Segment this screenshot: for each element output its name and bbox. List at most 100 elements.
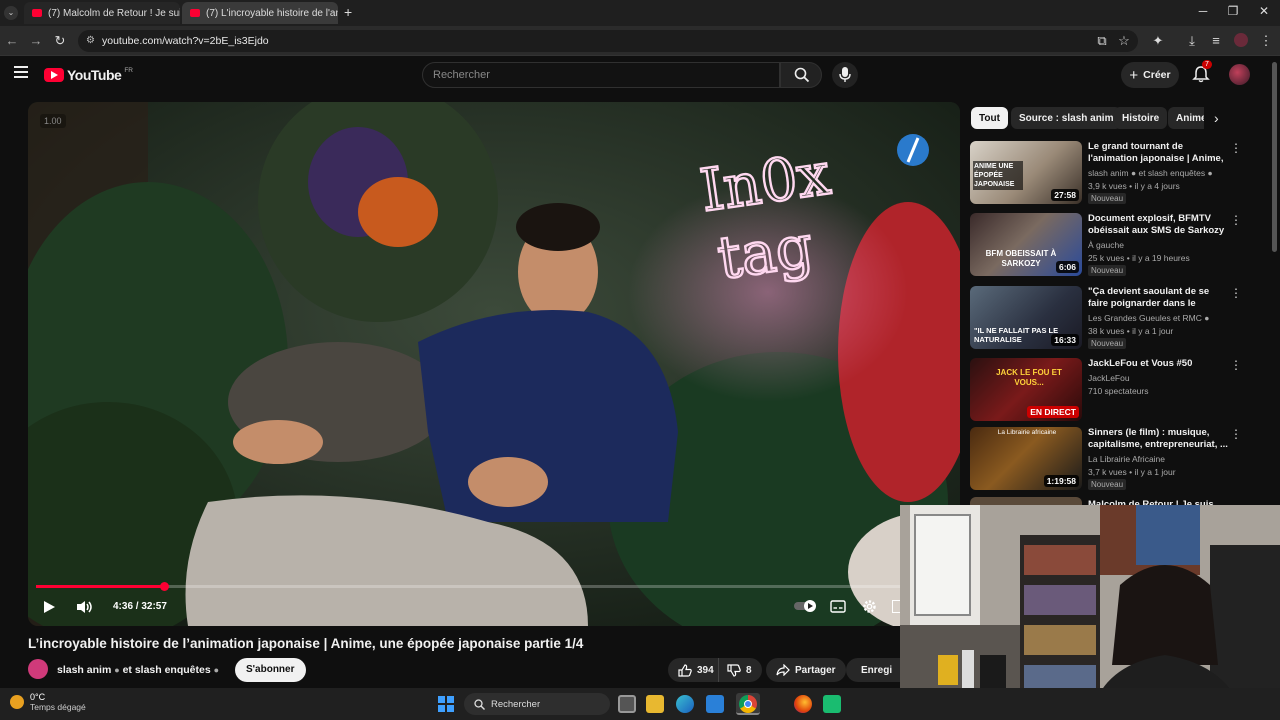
autoplay-icon xyxy=(794,600,816,612)
channel-name[interactable]: slash anim ● et slash enquêtes ● xyxy=(57,664,219,676)
recommendation-channel[interactable]: À gauche xyxy=(1088,240,1124,250)
hamburger-menu-icon[interactable] xyxy=(14,66,28,78)
microsoft-store-icon[interactable] xyxy=(706,695,724,713)
more-options-icon[interactable]: ⋮ xyxy=(1230,358,1242,372)
volume-button[interactable] xyxy=(76,600,94,619)
save-button[interactable]: Enregi xyxy=(846,658,902,682)
settings-button[interactable] xyxy=(862,599,877,619)
more-options-icon[interactable]: ⋮ xyxy=(1230,286,1242,300)
recommendation-item[interactable]: JACK LE FOU ET VOUS... EN DIRECT JackLeF… xyxy=(970,358,1250,422)
player-controls: 4:36 / 32:57 xyxy=(28,580,960,626)
chip-anime[interactable]: Anime xyxy=(1168,107,1204,129)
browser-toolbar: ← → ↻ ⚙ youtube.com/watch?v=2bE_is3Ejdo … xyxy=(0,26,1280,56)
recommendation-title[interactable]: Le grand tournant de l'animation japonai… xyxy=(1088,141,1228,165)
app-icon[interactable] xyxy=(823,695,841,713)
close-window-icon[interactable]: ✕ xyxy=(1254,4,1274,18)
recommendation-item[interactable]: ANIME UNE ÉPOPÉE JAPONAISE 27:58 Le gran… xyxy=(970,141,1250,205)
recommendation-channel[interactable]: slash anim ● et slash enquêtes ● xyxy=(1088,168,1213,178)
reload-icon[interactable]: ↻ xyxy=(52,33,68,49)
weather-description: Temps dégagé xyxy=(30,702,86,712)
recommendation-channel[interactable]: La Librairie Africaine xyxy=(1088,454,1165,464)
voice-search-button[interactable] xyxy=(832,62,858,88)
video-thumbnail[interactable]: "IL NE FALLAIT PAS LE NATURALISE 16:33 xyxy=(970,286,1082,349)
downloads-icon[interactable]: ⤓ xyxy=(1184,33,1200,49)
recommendation-item[interactable]: "IL NE FALLAIT PAS LE NATURALISE 16:33 "… xyxy=(970,286,1250,350)
share-button[interactable]: Partager xyxy=(766,658,846,682)
channel-watermark-icon[interactable] xyxy=(898,132,928,162)
dislike-button[interactable]: 8 xyxy=(718,658,762,682)
recommendation-channel[interactable]: Les Grandes Gueules et RMC ● xyxy=(1088,313,1209,323)
install-app-icon[interactable]: ⧉ xyxy=(1094,33,1110,49)
tab-active-video[interactable]: (7) L'incroyable histoire de l'ani ✕ xyxy=(182,2,338,24)
extensions-icon[interactable]: ✦ xyxy=(1150,33,1166,49)
thumbs-down-icon xyxy=(727,663,741,677)
new-tab-button[interactable]: + xyxy=(344,4,352,20)
recommendation-title[interactable]: Sinners (le film) : musique, capitalisme… xyxy=(1088,427,1228,451)
notifications-button[interactable]: 7 xyxy=(1192,60,1212,85)
minimize-icon[interactable]: ─ xyxy=(1193,4,1213,18)
more-options-icon[interactable]: ⋮ xyxy=(1230,427,1242,441)
subtitles-button[interactable] xyxy=(830,600,846,618)
restore-icon[interactable]: ❐ xyxy=(1223,4,1243,18)
new-badge: Nouveau xyxy=(1088,479,1127,490)
tab-malcolm[interactable]: (7) Malcolm de Retour ! Je suis ✕ xyxy=(24,2,180,24)
site-info-icon[interactable]: ⚙ xyxy=(86,35,95,46)
more-options-icon[interactable]: ⋮ xyxy=(1230,213,1242,227)
start-button[interactable] xyxy=(438,696,454,712)
chips-next-arrow-icon[interactable]: › xyxy=(1214,110,1219,126)
windows-taskbar: 0°C Temps dégagé Rechercher xyxy=(0,688,1280,720)
play-button[interactable] xyxy=(42,600,56,619)
address-bar[interactable]: ⚙ youtube.com/watch?v=2bE_is3Ejdo xyxy=(78,30,1138,52)
video-player[interactable]: In0x tag 1.00 xyxy=(28,102,960,626)
chip-source[interactable]: Source : slash anim xyxy=(1011,107,1122,129)
youtube-logo[interactable]: YouTube FR xyxy=(44,67,133,83)
video-thumbnail[interactable]: BFM OBEISSAIT À SARKOZY 6:06 xyxy=(970,213,1082,276)
channel-avatar[interactable] xyxy=(28,659,48,679)
recommendation-title[interactable]: Document explosif, BFMTV obéissait aux S… xyxy=(1088,213,1228,237)
recommendation-channel[interactable]: JackLeFou xyxy=(1088,373,1130,383)
profile-avatar[interactable] xyxy=(1234,33,1248,47)
thumbs-up-icon xyxy=(678,663,692,677)
task-view-icon[interactable] xyxy=(618,695,636,713)
forward-icon[interactable]: → xyxy=(28,33,44,48)
taskbar-search[interactable]: Rechercher xyxy=(464,693,610,715)
recommendation-item[interactable]: BFM OBEISSAIT À SARKOZY 6:06 Document ex… xyxy=(970,213,1250,277)
weather-widget[interactable]: 0°C Temps dégagé xyxy=(10,692,86,712)
volume-icon xyxy=(77,601,92,613)
video-frame-illustration: In0x tag xyxy=(28,102,960,626)
video-thumbnail[interactable]: La Librairie africaine 1:19:58 xyxy=(970,427,1082,490)
autoplay-toggle[interactable] xyxy=(794,599,816,613)
like-button[interactable]: 394 xyxy=(668,658,722,682)
account-avatar[interactable] xyxy=(1229,64,1250,85)
thumbnail-caption: ANIME UNE ÉPOPÉE JAPONAISE xyxy=(973,161,1023,190)
plus-icon: + xyxy=(1129,66,1139,84)
live-badge: EN DIRECT xyxy=(1027,406,1079,418)
create-label: Créer xyxy=(1143,69,1171,81)
progress-bar[interactable] xyxy=(36,582,952,591)
recommendation-title[interactable]: JackLeFou et Vous #50 xyxy=(1088,358,1228,370)
tab-menu-icon[interactable]: ⌄ xyxy=(4,6,18,20)
chrome-icon[interactable] xyxy=(736,693,760,715)
recommendation-item[interactable]: La Librairie africaine 1:19:58 Sinners (… xyxy=(970,427,1250,491)
file-explorer-icon[interactable] xyxy=(646,695,664,713)
progress-scrubber-handle[interactable] xyxy=(160,582,170,591)
search-button[interactable] xyxy=(780,62,822,88)
search-input[interactable]: Rechercher xyxy=(422,62,780,88)
browser-menu-icon[interactable]: ⋮ xyxy=(1258,33,1274,49)
page-scrollbar[interactable] xyxy=(1272,62,1277,252)
chip-all[interactable]: Tout xyxy=(971,107,1008,129)
collab-channel-text[interactable]: et slash enquêtes xyxy=(123,664,211,676)
chip-history[interactable]: Histoire xyxy=(1114,107,1168,129)
create-button[interactable]: + Créer xyxy=(1121,62,1179,88)
channel-name-link[interactable]: slash anim xyxy=(57,664,111,676)
video-thumbnail[interactable]: ANIME UNE ÉPOPÉE JAPONAISE 27:58 xyxy=(970,141,1082,204)
media-controls-icon[interactable]: ≡ xyxy=(1208,33,1224,48)
firefox-icon[interactable] xyxy=(794,695,812,713)
bookmark-star-icon[interactable]: ☆ xyxy=(1116,33,1132,49)
recommendation-title[interactable]: "Ça devient saoulant de se faire poignar… xyxy=(1088,286,1228,310)
back-icon[interactable]: ← xyxy=(4,33,20,48)
subscribe-button[interactable]: S'abonner xyxy=(235,658,306,682)
edge-browser-icon[interactable] xyxy=(676,695,694,713)
more-options-icon[interactable]: ⋮ xyxy=(1230,141,1242,155)
video-thumbnail[interactable]: JACK LE FOU ET VOUS... EN DIRECT xyxy=(970,358,1082,421)
